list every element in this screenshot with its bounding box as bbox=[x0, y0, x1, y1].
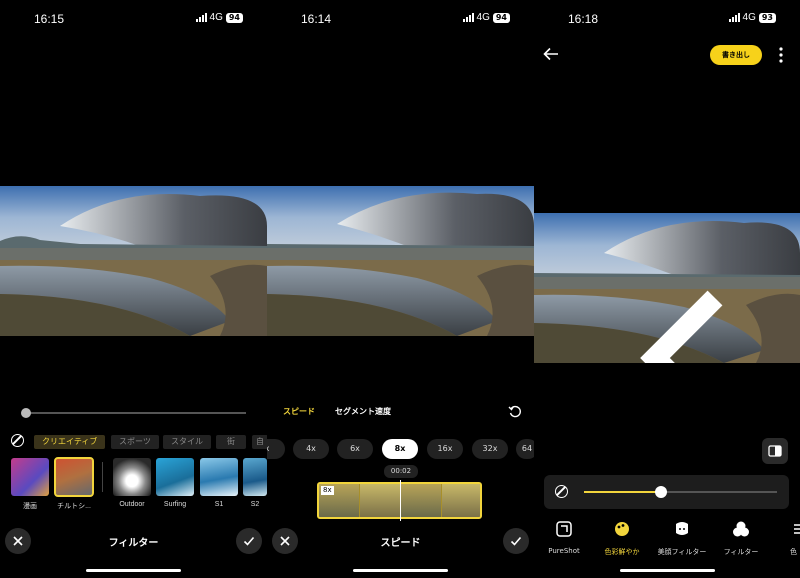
battery-level: 94 bbox=[492, 12, 510, 23]
tool-label: 色彩鮮やか bbox=[604, 548, 640, 556]
landscape-image bbox=[0, 186, 267, 336]
tool-label: フィルター bbox=[723, 548, 759, 556]
tab-segment-speed[interactable]: セグメント速度 bbox=[335, 406, 391, 417]
filter-label-s2: S2 bbox=[250, 501, 260, 508]
tool-pureshot[interactable]: PureShot bbox=[538, 520, 590, 555]
status-bar: 16:18 4G 93 bbox=[534, 12, 800, 26]
status-indicators: 4G 94 bbox=[195, 12, 243, 23]
back-arrow-icon[interactable] bbox=[543, 47, 559, 61]
home-indicator bbox=[353, 569, 448, 572]
filter-thumb-s1[interactable] bbox=[200, 458, 238, 496]
clip-frame bbox=[401, 484, 441, 517]
tool-vivid-color[interactable]: 色彩鮮やか bbox=[596, 520, 648, 557]
filter-label-tiltshift: チルトシ... bbox=[57, 503, 91, 510]
speed-screen: 16:14 4G 94 スピード セグメント速度 x 4x 6x 8x 16x … bbox=[267, 0, 534, 578]
playback-knob[interactable] bbox=[21, 408, 31, 418]
timestamp-badge: 00:02 bbox=[384, 465, 418, 478]
reset-icon[interactable] bbox=[508, 405, 522, 419]
filter-screen: 16:15 4G 94 クリエイティブ スポーツ スタイル 街 自 漫画 チルト… bbox=[0, 0, 267, 578]
no-effect-icon[interactable] bbox=[555, 485, 568, 498]
category-city[interactable]: 街 bbox=[216, 435, 246, 449]
page-title: スピード bbox=[380, 538, 421, 549]
network-type: 4G bbox=[742, 12, 756, 23]
playhead[interactable] bbox=[400, 480, 401, 521]
intensity-fill bbox=[584, 491, 661, 493]
playback-track[interactable] bbox=[26, 412, 246, 414]
compare-icon bbox=[768, 445, 782, 457]
intensity-panel bbox=[544, 475, 789, 509]
category-creative[interactable]: クリエイティブ bbox=[34, 435, 106, 449]
status-time: 16:14 bbox=[301, 12, 332, 26]
landscape-image bbox=[267, 186, 534, 336]
tool-adjust[interactable]: 色 bbox=[774, 520, 800, 557]
status-time: 16:18 bbox=[568, 12, 599, 26]
filter-thumb-s2[interactable] bbox=[243, 458, 267, 496]
speed-option-2x[interactable]: x bbox=[267, 439, 285, 459]
confirm-button[interactable] bbox=[503, 528, 529, 554]
filter-thumb-outdoor[interactable] bbox=[113, 458, 151, 496]
status-indicators: 4G 94 bbox=[462, 12, 510, 23]
signal-icon bbox=[195, 13, 207, 22]
category-sports[interactable]: スポーツ bbox=[111, 435, 159, 449]
filter-label-surfing: Surfing bbox=[163, 501, 187, 508]
filter-thumb-manga[interactable] bbox=[11, 458, 49, 496]
filter-label-manga: 漫画 bbox=[23, 503, 37, 510]
tool-label: 美顔フィルター bbox=[657, 548, 707, 556]
speed-option-16x[interactable]: 16x bbox=[427, 439, 463, 459]
vivid-color-icon bbox=[615, 522, 629, 536]
video-preview[interactable] bbox=[267, 186, 534, 336]
speed-option-8x[interactable]: 8x bbox=[382, 439, 418, 459]
battery-level: 93 bbox=[758, 12, 776, 23]
home-indicator bbox=[620, 569, 715, 572]
tool-label: 色 bbox=[790, 548, 797, 556]
status-indicators: 4G 93 bbox=[728, 12, 776, 23]
filter-thumb-surfing[interactable] bbox=[156, 458, 194, 496]
tool-beauty-filter[interactable]: 美顔フィルター bbox=[656, 520, 708, 557]
status-time: 16:15 bbox=[34, 12, 65, 26]
page-title: フィルター bbox=[108, 538, 159, 549]
editor-screen: 16:18 4G 93 書き出し PureShot 色彩鮮やか 美顔フィルター … bbox=[534, 0, 800, 578]
network-type: 4G bbox=[209, 12, 223, 23]
check-icon bbox=[243, 536, 255, 546]
pureshot-icon bbox=[556, 521, 572, 537]
tool-label: PureShot bbox=[548, 547, 580, 555]
speed-option-32x[interactable]: 32x bbox=[472, 439, 508, 459]
speed-option-64x[interactable]: 64 bbox=[516, 439, 534, 459]
filter-divider bbox=[102, 462, 103, 492]
compare-button[interactable] bbox=[762, 438, 788, 464]
speed-option-4x[interactable]: 4x bbox=[293, 439, 329, 459]
clip-frame bbox=[442, 484, 480, 517]
confirm-button[interactable] bbox=[236, 528, 262, 554]
export-button[interactable]: 書き出し bbox=[710, 45, 762, 65]
signal-icon bbox=[728, 13, 740, 22]
status-bar: 16:15 4G 94 bbox=[0, 12, 267, 26]
filter-icon bbox=[733, 521, 749, 537]
clip-frame bbox=[360, 484, 400, 517]
check-icon bbox=[510, 536, 522, 546]
category-more[interactable]: 自 bbox=[252, 435, 267, 449]
home-indicator bbox=[86, 569, 181, 572]
next-arrow-icon[interactable] bbox=[772, 283, 800, 363]
speed-option-6x[interactable]: 6x bbox=[337, 439, 373, 459]
status-bar: 16:14 4G 94 bbox=[267, 12, 534, 26]
tab-speed[interactable]: スピード bbox=[283, 406, 315, 417]
beauty-filter-icon bbox=[676, 522, 688, 535]
adjust-icon bbox=[794, 524, 800, 534]
no-filter-icon[interactable] bbox=[11, 434, 24, 447]
video-preview[interactable] bbox=[0, 186, 267, 336]
category-style[interactable]: スタイル bbox=[163, 435, 211, 449]
filter-label-s1: S1 bbox=[214, 501, 224, 508]
intensity-knob[interactable] bbox=[655, 486, 667, 498]
tool-filter[interactable]: フィルター bbox=[715, 520, 767, 557]
more-icon[interactable] bbox=[779, 47, 783, 63]
video-preview[interactable] bbox=[534, 213, 800, 363]
battery-level: 94 bbox=[225, 12, 243, 23]
filter-thumb-tiltshift[interactable] bbox=[54, 457, 94, 497]
clip-speed-badge: 8x bbox=[321, 486, 334, 495]
signal-icon bbox=[462, 13, 474, 22]
network-type: 4G bbox=[476, 12, 490, 23]
filter-label-outdoor: Outdoor bbox=[119, 501, 145, 508]
previous-arrow-icon[interactable] bbox=[552, 283, 800, 363]
